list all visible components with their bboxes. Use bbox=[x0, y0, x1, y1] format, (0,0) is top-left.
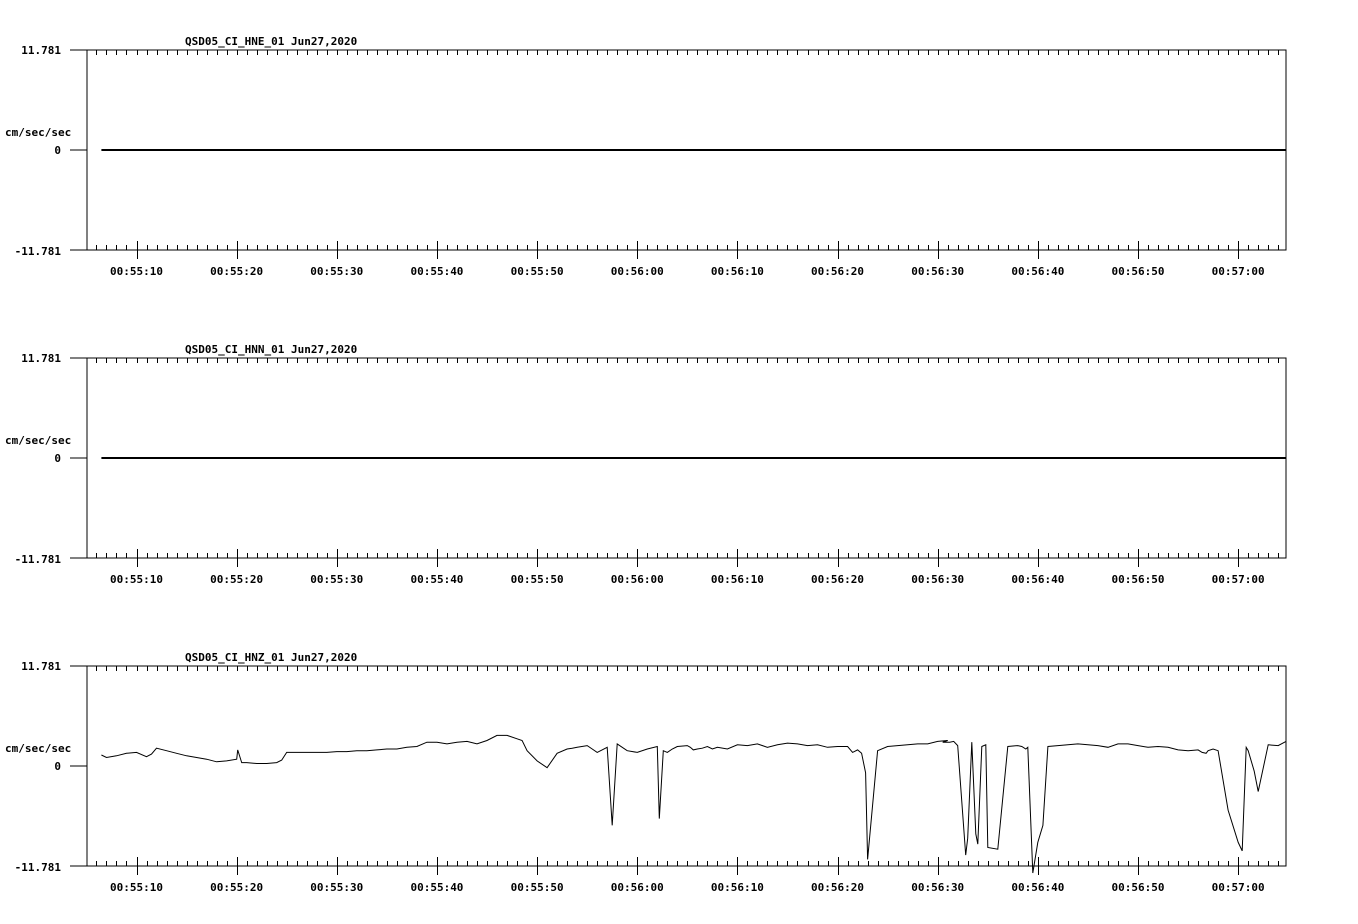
x-tick-label: 00:56:50 bbox=[1112, 573, 1165, 586]
x-tick-label: 00:55:20 bbox=[210, 881, 263, 894]
x-tick-label: 00:56:30 bbox=[911, 265, 964, 278]
y-axis-label: cm/sec/sec bbox=[5, 434, 71, 447]
x-tick-label: 00:55:30 bbox=[310, 881, 363, 894]
x-tick-label: 00:55:40 bbox=[410, 573, 463, 586]
x-tick-label: 00:55:30 bbox=[310, 573, 363, 586]
waveform-trace bbox=[101, 734, 1287, 874]
x-tick-label: 00:55:50 bbox=[511, 573, 564, 586]
x-tick-label: 00:56:50 bbox=[1112, 265, 1165, 278]
x-tick-label: 00:55:50 bbox=[511, 265, 564, 278]
y-tick-label-min: -11.781 bbox=[15, 861, 62, 874]
y-axis-label: cm/sec/sec bbox=[5, 126, 71, 139]
y-tick-label-min: -11.781 bbox=[15, 245, 62, 258]
x-tick-label: 00:55:20 bbox=[210, 265, 263, 278]
x-tick-label: 00:55:40 bbox=[410, 881, 463, 894]
x-tick-label: 00:56:20 bbox=[811, 573, 864, 586]
x-tick-label: 00:55:10 bbox=[110, 881, 163, 894]
x-tick-label: 00:56:20 bbox=[811, 881, 864, 894]
plot-frame bbox=[86, 665, 1287, 867]
x-tick-label: 00:56:30 bbox=[911, 573, 964, 586]
x-tick-label: 00:55:10 bbox=[110, 573, 163, 586]
x-tick-label: 00:56:40 bbox=[1011, 573, 1064, 586]
x-tick-label: 00:56:40 bbox=[1011, 265, 1064, 278]
x-tick-label: 00:56:50 bbox=[1112, 881, 1165, 894]
panel-title: QSD05_CI_HNZ_01 Jun27,2020 bbox=[185, 651, 357, 664]
x-tick-label: 00:55:40 bbox=[410, 265, 463, 278]
x-tick-label: 00:56:20 bbox=[811, 265, 864, 278]
x-tick-label: 00:56:00 bbox=[611, 573, 664, 586]
y-tick-label-min: -11.781 bbox=[15, 553, 62, 566]
x-tick-label: 00:56:10 bbox=[711, 265, 764, 278]
panel-title: QSD05_CI_HNE_01 Jun27,2020 bbox=[185, 35, 357, 48]
x-tick-label: 00:56:40 bbox=[1011, 881, 1064, 894]
x-tick-label: 00:56:10 bbox=[711, 881, 764, 894]
x-tick-label: 00:57:00 bbox=[1212, 573, 1265, 586]
x-tick-label: 00:56:00 bbox=[611, 265, 664, 278]
x-tick-label: 00:56:30 bbox=[911, 881, 964, 894]
y-axis-label: cm/sec/sec bbox=[5, 742, 71, 755]
x-tick-label: 00:56:10 bbox=[711, 573, 764, 586]
x-tick-label: 00:57:00 bbox=[1212, 265, 1265, 278]
seismogram-figure: QSD05_CI_HNE_01 Jun27,2020 cm/sec/sec 11.7… bbox=[5, 35, 1287, 894]
y-tick-label-max: 11.781 bbox=[21, 352, 61, 365]
y-tick-label-zero: 0 bbox=[54, 452, 61, 465]
y-tick-label-zero: 0 bbox=[54, 760, 61, 773]
x-tick-label: 00:55:50 bbox=[511, 881, 564, 894]
panel-title: QSD05_CI_HNN_01 Jun27,2020 bbox=[185, 343, 357, 356]
x-tick-label: 00:56:00 bbox=[611, 881, 664, 894]
y-tick-label-max: 11.781 bbox=[21, 44, 61, 57]
y-tick-label-max: 11.781 bbox=[21, 660, 61, 673]
x-tick-label: 00:57:00 bbox=[1212, 881, 1265, 894]
x-tick-label: 00:55:10 bbox=[110, 265, 163, 278]
x-tick-label: 00:55:20 bbox=[210, 573, 263, 586]
y-tick-label-zero: 0 bbox=[54, 144, 61, 157]
x-tick-label: 00:55:30 bbox=[310, 265, 363, 278]
